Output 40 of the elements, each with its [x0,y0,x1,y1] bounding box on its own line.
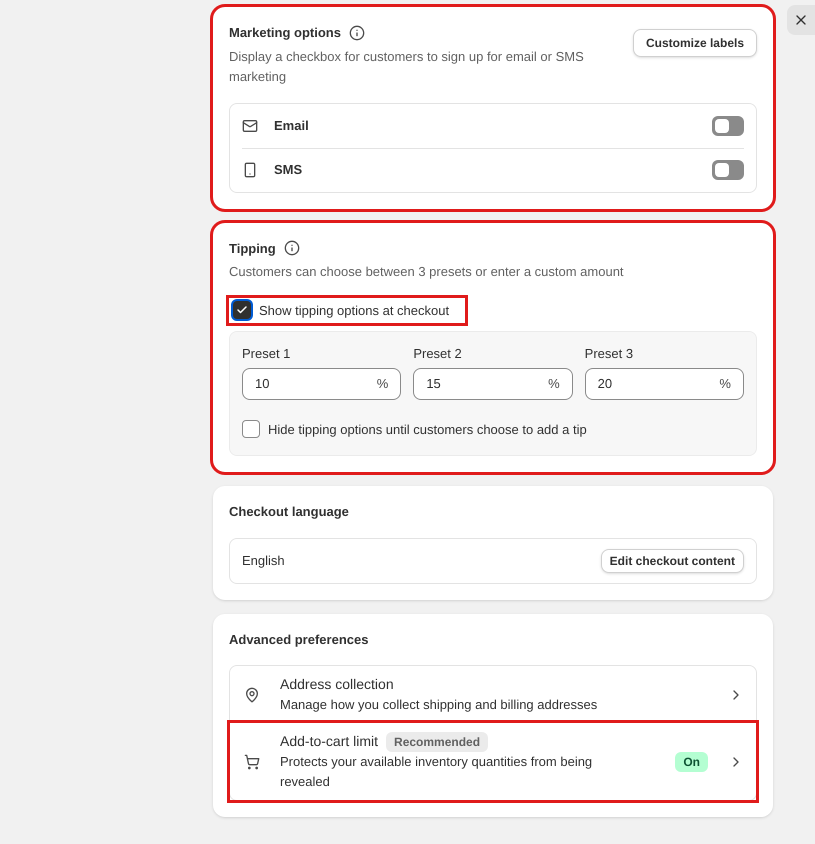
preset-input[interactable]: 15 % [413,368,573,400]
option-label: Hide tipping options until customers choose to add a tip [268,420,587,439]
section-title: Marketing options [229,24,341,42]
preset-label: Preset 3 [584,345,634,363]
close-button[interactable] [787,5,815,35]
customize-labels-button[interactable]: Customize labels [632,29,757,57]
status-badge: On [675,752,708,772]
preset-input[interactable]: 10 % [242,368,402,400]
preset-input[interactable]: 20 % [584,368,744,400]
section-title: Tipping [229,240,276,258]
hide-tipping-option[interactable]: Hide tipping options until customers choose to add a tip [242,420,744,439]
preset-label: Preset 1 [242,345,292,363]
info-icon [284,240,300,256]
section-title: Checkout language [229,503,350,521]
phone-icon [242,162,258,178]
show-tipping-option[interactable]: Show tipping options at checkout [229,298,466,323]
cart-icon [244,754,260,770]
preference-title: Add-to-cart limit [280,732,378,751]
channel-label: Email [274,116,310,135]
envelope-icon [242,118,258,134]
language-name: English [242,552,285,570]
section-description: Customers can choose between 3 presets or enter a custom amount [229,263,625,281]
toggle-switch[interactable] [712,116,744,136]
map-pin-icon [244,686,260,702]
section-title: Advanced preferences [229,630,370,649]
section-description: Display a checkbox for customers to sign up for email or SMS marketing [229,48,585,86]
preference-description: Manage how you collect shipping and billing addresses [280,696,598,714]
toggle-switch[interactable] [712,160,744,180]
info-icon [348,24,365,41]
preference-row[interactable]: Address collection Manage how you collect shipping and billing addresses [230,666,756,723]
channel-label: SMS [274,161,304,180]
preference-title: Address collection [280,675,394,694]
preset-label: Preset 2 [413,345,463,363]
recommended-badge: Recommended [386,732,488,752]
edit-checkout-content-button[interactable]: Edit checkout content [600,548,744,572]
option-label: Show tipping options at checkout [259,302,450,320]
checkbox[interactable] [242,420,260,438]
preference-description: Protects your available inventory quantities from being revealed [280,753,594,791]
preference-row[interactable]: Add-to-cart limit Recommended Protects your available inventory quantities from being revealed On [230,723,756,800]
checkbox[interactable] [233,301,251,320]
